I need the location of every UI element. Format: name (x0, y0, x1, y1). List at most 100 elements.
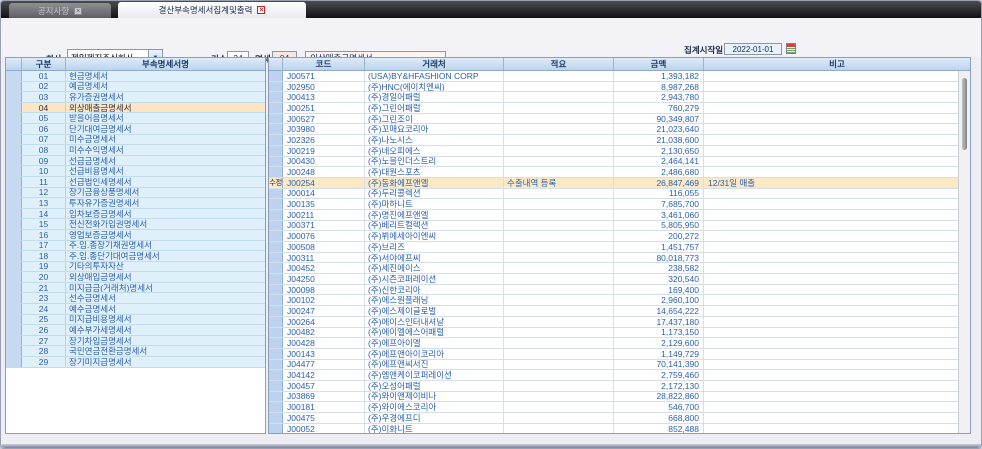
customer-detail-row[interactable]: J02326(주)나노시스21,038,600 (269, 135, 970, 146)
customer-detail-row[interactable]: J00219(주)네오피에스2,130,650 (269, 146, 970, 157)
customer-detail-row[interactable]: J00251(주)그린어패럴760,279 (269, 103, 970, 114)
statement-list-row[interactable]: 09선급금명세서 (6, 156, 265, 167)
statement-list-row[interactable]: 05받을어음명세서 (6, 113, 265, 124)
customer-name-cell: (주)에프아이엘 (365, 338, 504, 348)
customer-code-cell: J00143 (283, 349, 365, 359)
customer-code-cell: J00181 (283, 402, 365, 412)
statement-list-row[interactable]: 20외상매입금명세서 (6, 272, 265, 283)
customer-detail-row[interactable]: J00014(주)두리콜렉션116,055 (269, 189, 970, 200)
statement-list-row[interactable]: 07미수금명세서 (6, 135, 265, 146)
customer-code-cell: J03869 (283, 392, 365, 402)
statement-list-row[interactable]: 01현금명세서 (6, 71, 265, 82)
row-edit-flag-cell (269, 285, 283, 295)
customer-detail-row[interactable]: J00428(주)에프아이엘2,129,600 (269, 338, 970, 349)
statement-list-row[interactable]: 17주.임.종장기채권명세서 (6, 241, 265, 252)
statement-code-cell: 19 (22, 262, 66, 272)
statement-list-row[interactable]: 23선수금명세서 (6, 293, 265, 304)
customer-detail-row[interactable]: J00052(주)이화니트852,488 (269, 424, 970, 434)
statement-list-row[interactable]: 11선급법인세명세서 (6, 177, 265, 188)
statement-name-cell: 전신전화가입권명세서 (66, 219, 265, 229)
customer-detail-row[interactable]: J00571(USA)BY&HFASHION CORP1,393,182 (269, 71, 970, 82)
customer-detail-row[interactable]: J00452(주)세진에이스238,582 (269, 263, 970, 274)
statement-list-row[interactable]: 04외상매출금명세서 (6, 103, 265, 114)
row-edit-flag-cell (269, 146, 283, 156)
statement-list-row[interactable]: 18주.임.종단기대여금명세서 (6, 251, 265, 262)
statement-list-row[interactable]: 08미수수익명세서 (6, 145, 265, 156)
vertical-scrollbar[interactable] (958, 71, 970, 433)
statement-list-row[interactable]: 29장기미지급명세서 (6, 357, 265, 368)
customer-detail-row[interactable]: J00482(주)에이엘에스어패럴1,173,150 (269, 328, 970, 339)
statement-list-row[interactable]: 28국민연금전환금명세서 (6, 346, 265, 357)
customer-detail-row[interactable]: J00098(주)신한코리아169,400 (269, 285, 970, 296)
tab-settlement-statements[interactable]: 결산부속명세서집계및출력 × (118, 2, 306, 18)
statement-list-row[interactable]: 03유가증권명세서 (6, 92, 265, 103)
row-edit-flag-cell (269, 231, 283, 241)
customer-detail-row[interactable]: J03980(주)꼬매요코리아21,023,640 (269, 124, 970, 135)
statement-code-cell: 05 (22, 113, 66, 123)
statement-list-row[interactable]: 13투자유가증권명세서 (6, 198, 265, 209)
row-selector-cell (6, 188, 22, 198)
customer-detail-row[interactable]: J00457(주)오성어패럴2,172,130 (269, 381, 970, 392)
note-cell (704, 338, 970, 348)
memo-cell (504, 295, 614, 305)
customer-detail-row[interactable]: J04142(주)엠앤케이코퍼레이션2,759,460 (269, 370, 970, 381)
close-icon[interactable]: × (257, 6, 265, 14)
memo-cell (504, 306, 614, 316)
statement-list-row[interactable]: 24예수금명세서 (6, 304, 265, 315)
customer-detail-row[interactable]: 수정J00254(주)동화에프앤엘수출내역 등록26,847,46912/31일… (269, 178, 970, 189)
amount-cell: 70,141,390 (614, 360, 704, 370)
statement-list-row[interactable]: 26예수부가세명세서 (6, 325, 265, 336)
customer-detail-row[interactable]: J03869(주)와이앤제이비나28,822,860 (269, 392, 970, 403)
statement-list-row[interactable]: 06단기대여금명세서 (6, 124, 265, 135)
statement-list-row[interactable]: 19기타의투자자산 (6, 262, 265, 273)
statement-list-row[interactable]: 15전신전화가입권명세서 (6, 219, 265, 230)
customer-detail-row[interactable]: J00181(주)와이에스코리아546,700 (269, 402, 970, 413)
customer-detail-row[interactable]: J00102(주)에스원플래닝2,960,100 (269, 295, 970, 306)
statement-list-row[interactable]: 25미지급비용명세서 (6, 315, 265, 326)
customer-detail-row[interactable]: J00508(주)브리즈1,451,757 (269, 242, 970, 253)
customer-detail-row[interactable]: J00311(주)서야에프씨80,018,773 (269, 253, 970, 264)
statement-name-cell: 현금명세서 (66, 71, 265, 81)
note-cell (704, 285, 970, 295)
customer-name-cell: (주)베리트컬렉션 (365, 221, 504, 231)
customer-detail-row[interactable]: J00475(주)우경에프디668,800 (269, 413, 970, 424)
memo-cell (504, 103, 614, 113)
customer-detail-row[interactable]: J00413(주)경일어패럴2,943,780 (269, 92, 970, 103)
scrollbar-thumb[interactable] (962, 78, 967, 150)
customer-detail-row[interactable]: J00527(주)그린조이90,349,807 (269, 114, 970, 125)
start-date-input[interactable]: 2022-01-01 (724, 43, 782, 55)
statement-list-row[interactable]: 10선급비용명세서 (6, 166, 265, 177)
statement-list-row[interactable]: 16영업보증금명세서 (6, 230, 265, 241)
customer-detail-row[interactable]: J02950(주)HNC(에이치엔씨)8,987,268 (269, 82, 970, 93)
customer-detail-row[interactable]: J00247(주)에스제이글로벌14,654,222 (269, 306, 970, 317)
statement-list-row[interactable]: 14임차보증금명세서 (6, 209, 265, 220)
customer-detail-row[interactable]: J00264(주)에이스인터내셔날17,437,180 (269, 317, 970, 328)
close-icon[interactable]: × (74, 7, 82, 15)
statement-name-cell: 예금명세서 (66, 82, 265, 92)
customer-detail-row[interactable]: J00135(주)마하니트7,685,700 (269, 199, 970, 210)
customer-detail-row[interactable]: J00371(주)베리트컬렉션5,805,950 (269, 221, 970, 232)
amount-cell: 1,173,150 (614, 328, 704, 338)
statement-list-row[interactable]: 27장기차입금명세서 (6, 336, 265, 347)
statement-list-row[interactable]: 12장기금융상품명세서 (6, 188, 265, 199)
statement-list-row[interactable]: 21미지급금(거래처)명세서 (6, 283, 265, 294)
statement-name-cell: 미지급비용명세서 (66, 315, 265, 325)
customer-detail-row[interactable]: J00143(주)에프앤아이코리아1,149,729 (269, 349, 970, 360)
customer-detail-row[interactable]: J00211(주)명진에프앤엘3,461,060 (269, 210, 970, 221)
customer-code-cell: J04142 (283, 370, 365, 380)
statement-code-cell: 18 (22, 251, 66, 261)
customer-detail-row[interactable]: J00076(주)뷔에세아이엔씨200,272 (269, 231, 970, 242)
row-selector-cell (6, 145, 22, 155)
memo-cell (504, 135, 614, 145)
customer-detail-row[interactable]: J00248(주)대원스포츠2,486,680 (269, 167, 970, 178)
statement-list-row[interactable]: 02예금명세서 (6, 82, 265, 93)
statement-list-body: 01현금명세서02예금명세서03유가증권명세서04외상매출금명세서05받을어음명… (6, 71, 265, 368)
customer-detail-row[interactable]: J04477(주)에프앤씨서진70,141,390 (269, 360, 970, 371)
tab-notice[interactable]: 공지사항 × (9, 3, 111, 18)
amount-cell: 760,279 (614, 103, 704, 113)
customer-detail-row[interactable]: J04250(주)시즌코퍼레이션320,540 (269, 274, 970, 285)
row-selector-cell (6, 346, 22, 356)
customer-detail-row[interactable]: J00430(주)노블인더스트리2,464,141 (269, 157, 970, 168)
amount-cell: 80,018,773 (614, 253, 704, 263)
calendar-icon[interactable] (786, 43, 796, 54)
